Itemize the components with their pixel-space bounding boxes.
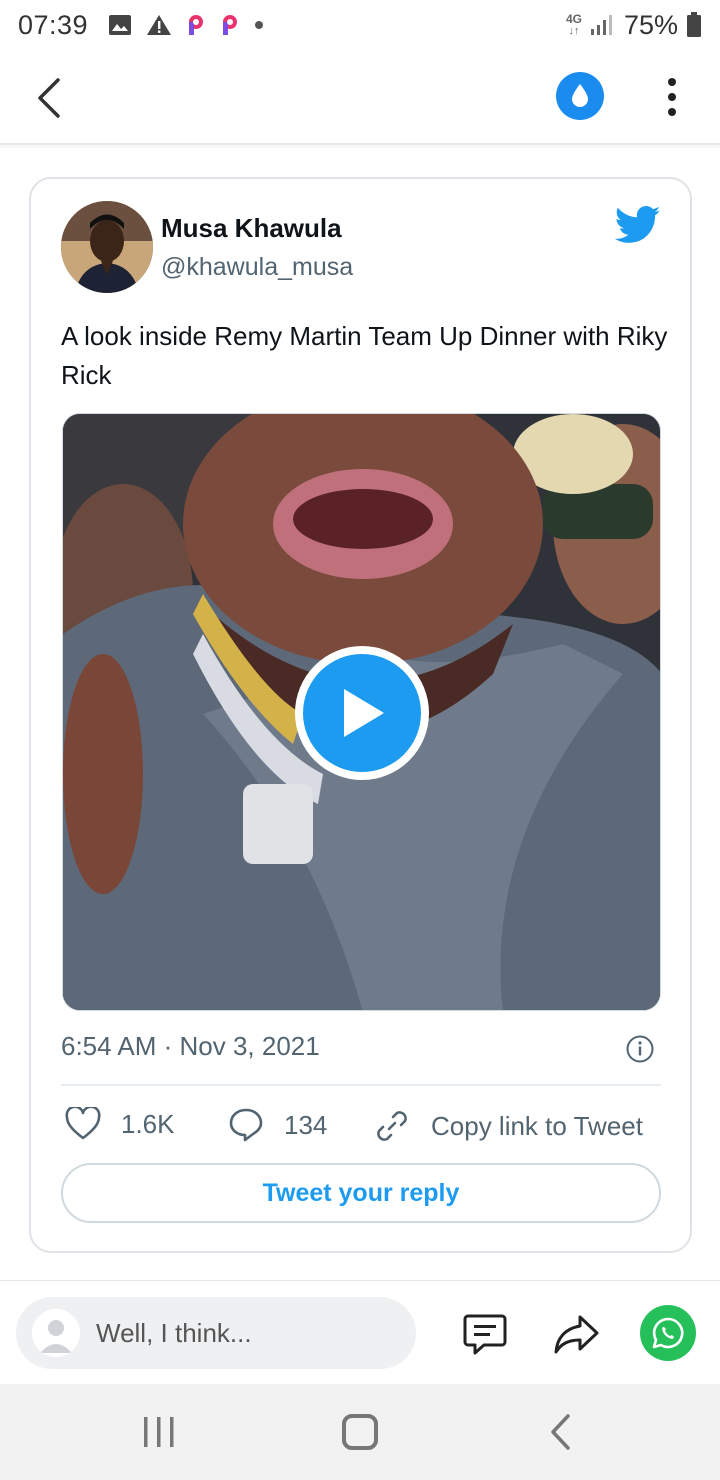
water-drop-button[interactable] [556,72,604,120]
whatsapp-button[interactable] [640,1305,696,1361]
play-icon [344,689,384,737]
back-icon[interactable] [546,1412,576,1452]
more-vertical-icon [668,108,676,116]
whatsapp-icon [652,1317,684,1349]
info-icon[interactable] [625,1034,655,1064]
copy-link-label: Copy link to Tweet [431,1110,643,1141]
like-action[interactable]: 1.6K [65,1107,175,1141]
play-button[interactable] [295,646,429,780]
system-navigation-bar [0,1384,720,1480]
divider [61,1084,661,1086]
battery-percent: 75% [623,9,678,40]
system-status: 4G ↓↑ 75% [566,10,702,41]
back-button[interactable] [30,76,70,120]
embedded-tweet-card[interactable]: Musa Khawula @khawula_musa A look inside… [29,177,692,1253]
p-app-icon [223,15,238,35]
more-vertical-icon [668,78,676,86]
tweet-your-reply-button[interactable]: Tweet your reply [61,1163,661,1223]
comment-input[interactable]: Well, I think... [16,1297,416,1369]
status-bar: 07:39 4G ↓↑ 75% [0,0,720,50]
network-label: 4G [565,12,582,26]
more-options-button[interactable] [652,74,692,120]
user-avatar-icon [32,1309,80,1357]
comment-bar: Well, I think... [0,1280,720,1384]
comment-placeholder: Well, I think... [96,1317,252,1348]
author-name[interactable]: Musa Khawula [161,213,342,244]
signal-icon [590,15,612,35]
app-bar [0,50,720,145]
tweet-video[interactable] [62,413,661,1011]
p-app-icon [189,15,204,35]
tweet-timestamp[interactable]: 6:54 AM · Nov 3, 2021 [61,1031,320,1062]
warning-icon [147,15,172,35]
author-handle[interactable]: @khawula_musa [161,253,353,282]
play-button-inner [303,654,421,772]
data-arrows-icon: ↓↑ [568,25,580,37]
tweet-text: A look inside Remy Martin Team Up Dinner… [61,321,668,390]
like-count: 1.6K [121,1108,175,1139]
reply-count: 134 [284,1109,328,1140]
reply-icon [229,1108,263,1142]
author-avatar[interactable] [61,201,153,293]
home-icon[interactable] [342,1414,378,1450]
twitter-bird-icon[interactable] [615,205,661,245]
recents-icon[interactable] [140,1414,180,1450]
comments-icon [463,1314,507,1355]
more-vertical-icon [668,93,676,101]
copy-link-action[interactable]: Copy link to Tweet [373,1107,643,1145]
share-button[interactable] [552,1311,600,1357]
battery-icon [687,12,701,37]
back-arrow-icon [38,78,60,118]
link-icon [377,1111,407,1141]
water-drop-icon [572,84,588,107]
tweet-actions: 1.6K 134 Copy link to Tweet [61,1107,671,1147]
notification-icons [108,14,264,36]
status-time: 07:39 [18,9,89,40]
share-icon [554,1315,599,1354]
heart-icon [65,1107,101,1140]
avatar-image [61,201,153,293]
dot-icon [255,21,264,29]
comments-button[interactable] [462,1311,508,1357]
image-icon [109,15,132,35]
network-indicator: 4G ↓↑ [566,13,582,37]
reply-action[interactable]: 134 [228,1107,327,1143]
